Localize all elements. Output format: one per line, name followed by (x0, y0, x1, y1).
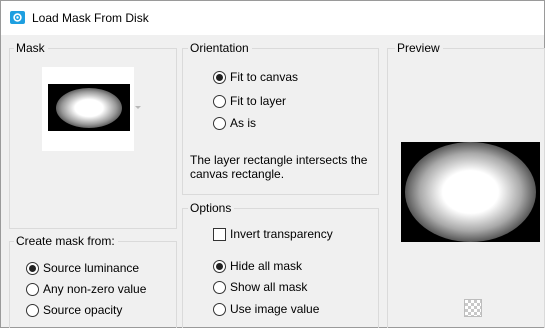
radio-label: Fit to canvas (230, 70, 299, 84)
radio-button[interactable] (26, 261, 39, 275)
radio-source-opacity[interactable]: Source opacity (26, 302, 122, 318)
checkbox-invert-transparency[interactable]: Invert transparency (213, 226, 333, 242)
paintshop-app-icon (10, 11, 25, 24)
preview-label: Preview (395, 41, 443, 55)
chevron-down-icon[interactable] (135, 106, 141, 109)
radio-fit-to-canvas[interactable]: Fit to canvas (213, 69, 298, 85)
mask-preview-image (401, 142, 540, 242)
radio-label: Hide all mask (230, 259, 303, 273)
title-bar[interactable]: Load Mask From Disk (1, 1, 544, 35)
radio-show-all-mask[interactable]: Show all mask (213, 279, 307, 295)
radio-source-luminance[interactable]: Source luminance (26, 260, 139, 276)
radio-button[interactable] (213, 259, 226, 273)
orientation-description: The layer rectangle intersects the canva… (190, 153, 368, 181)
mask-thumbnail-dropdown[interactable] (42, 67, 134, 151)
radio-label: As is (230, 116, 257, 130)
checkerboard-icon[interactable] (464, 299, 482, 317)
create-mask-label: Create mask from: (14, 234, 118, 248)
radio-label: Show all mask (230, 280, 308, 294)
radio-use-image-value[interactable]: Use image value (213, 301, 319, 317)
radio-hide-all-mask[interactable]: Hide all mask (213, 258, 302, 274)
radio-as-is[interactable]: As is (213, 115, 256, 131)
radio-label: Any non-zero value (43, 282, 147, 296)
checkbox[interactable] (213, 227, 226, 241)
options-label: Options (188, 201, 235, 215)
radio-label: Source luminance (43, 261, 140, 275)
radio-fit-to-layer[interactable]: Fit to layer (213, 93, 286, 109)
radio-button[interactable] (213, 70, 226, 84)
window-title: Load Mask From Disk (32, 11, 149, 25)
mask-thumbnail-image (48, 84, 130, 131)
radio-button[interactable] (213, 116, 226, 130)
orientation-label: Orientation (188, 41, 252, 55)
radio-any-non-zero[interactable]: Any non-zero value (26, 281, 146, 297)
radio-label: Use image value (230, 302, 320, 316)
radio-button[interactable] (213, 280, 226, 294)
mask-group-label: Mask (14, 41, 48, 55)
radio-button[interactable] (213, 302, 226, 316)
radio-button[interactable] (213, 94, 226, 108)
radio-label: Source opacity (43, 303, 123, 317)
checkbox-label: Invert transparency (230, 227, 333, 241)
radio-button[interactable] (26, 282, 39, 296)
radio-button[interactable] (26, 303, 39, 317)
radio-label: Fit to layer (230, 94, 287, 108)
dialog-window: Load Mask From Disk Mask Create mask fro… (0, 0, 545, 328)
